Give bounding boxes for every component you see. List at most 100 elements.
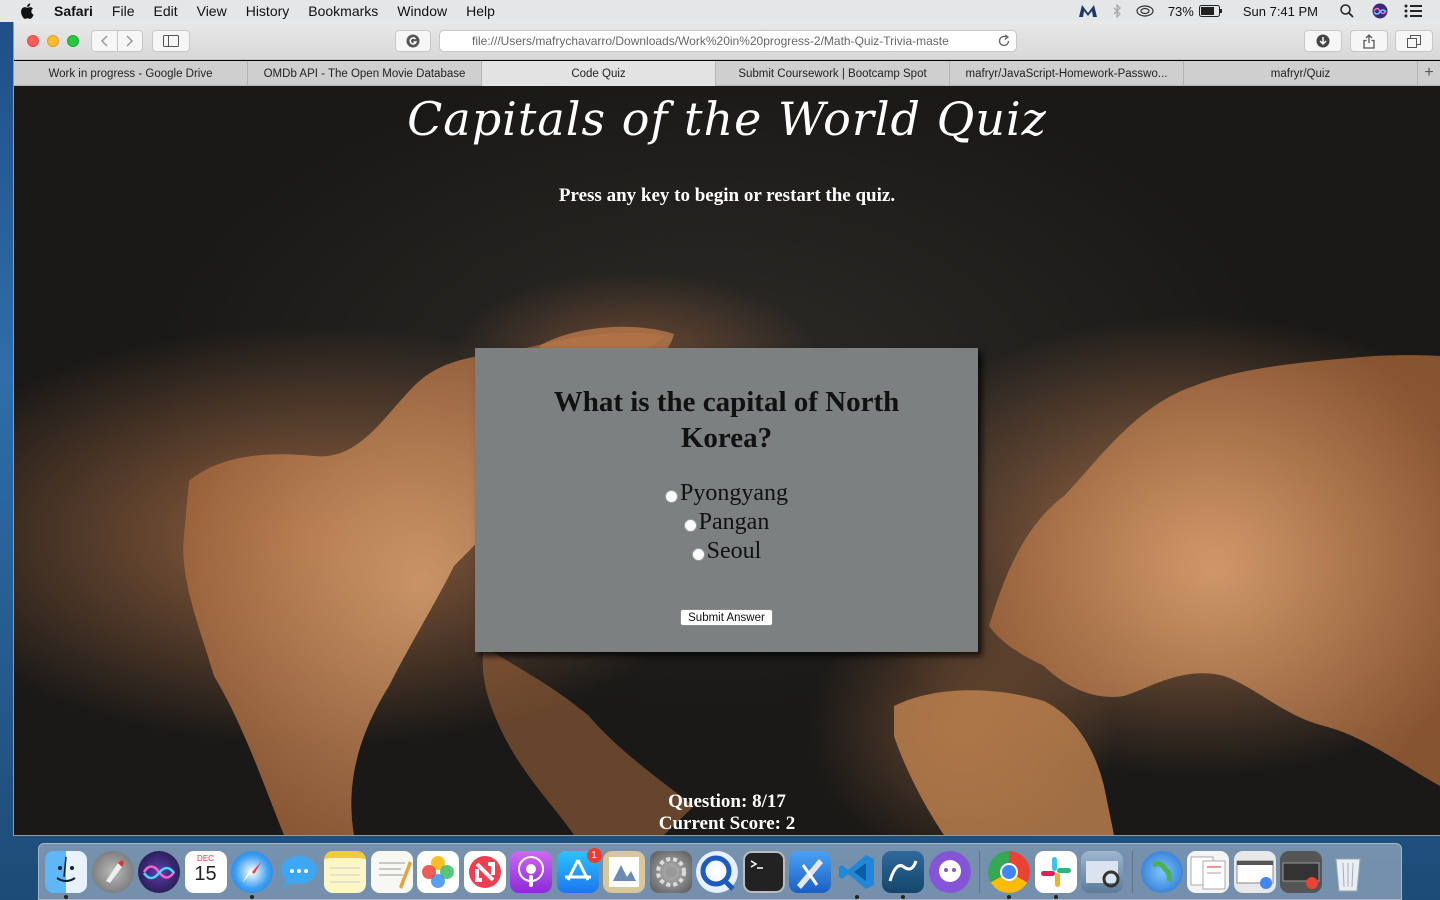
answer-label[interactable]: Pyongyang	[680, 480, 788, 507]
textedit-icon[interactable]	[370, 850, 413, 893]
calendar-icon[interactable]: DEC 15	[184, 850, 227, 893]
minimize-window-button[interactable]	[47, 35, 59, 47]
launchpad-icon[interactable]	[91, 850, 134, 893]
news-icon[interactable]	[463, 850, 506, 893]
mysql-workbench-icon[interactable]	[882, 850, 924, 899]
menubar-clock[interactable]: Sun 7:41 PM	[1243, 4, 1318, 19]
navigation-buttons	[91, 30, 143, 52]
answer-radio[interactable]	[683, 519, 697, 532]
answer-label[interactable]: Seoul	[707, 538, 762, 565]
notification-badge: 1	[586, 847, 602, 863]
image-capture-icon[interactable]	[1081, 850, 1123, 893]
question-progress: Question: 8/17	[668, 791, 786, 812]
slack-icon[interactable]	[1034, 850, 1077, 899]
tabs-icon	[1407, 34, 1421, 48]
spotlight-search-icon[interactable]	[1340, 4, 1354, 18]
trash-icon[interactable]	[1327, 851, 1369, 893]
tab-bar: Work in progress - Google Drive OMDb API…	[14, 61, 1440, 86]
download-icon	[1316, 34, 1330, 48]
question-text: What is the capital of North Korea?	[553, 386, 900, 454]
quiz-page: Capitals of the World Quiz Press any key…	[14, 86, 1440, 835]
menu-app-name[interactable]: Safari	[54, 3, 93, 19]
preview-icon[interactable]	[603, 850, 645, 893]
running-indicator	[1053, 894, 1058, 899]
notes-icon[interactable]	[324, 850, 366, 893]
dock-separator	[979, 850, 980, 893]
share-icon	[1363, 33, 1375, 49]
menu-bookmarks[interactable]: Bookmarks	[308, 3, 378, 19]
running-indicator	[854, 894, 859, 899]
new-tab-button[interactable]: +	[1418, 61, 1440, 85]
chrome-icon[interactable]	[988, 850, 1030, 899]
tab-bootcamp-spot[interactable]: Submit Coursework | Bootcamp Spot	[716, 61, 950, 86]
forward-button[interactable]	[116, 31, 142, 51]
answer-option[interactable]: Pyongyang	[475, 479, 978, 508]
tab-github-password[interactable]: mafryr/JavaScript-Homework-Passwo...	[950, 61, 1184, 86]
menu-help[interactable]: Help	[466, 3, 495, 19]
podcasts-icon[interactable]	[510, 850, 552, 893]
answer-option[interactable]: Seoul	[475, 537, 978, 566]
running-indicator	[901, 894, 905, 899]
safari-icon[interactable]	[231, 850, 273, 899]
tab-code-quiz[interactable]: Code Quiz	[482, 61, 716, 86]
notification-center-icon[interactable]	[1404, 4, 1422, 18]
fullscreen-window-button[interactable]	[67, 35, 79, 47]
calendar-day: 15	[194, 862, 217, 885]
quiz-stats: Question: 8/17 Current Score: 2	[14, 791, 1440, 835]
running-indicator	[250, 894, 254, 899]
tab-google-drive[interactable]: Work in progress - Google Drive	[14, 61, 248, 86]
tab-overview-button[interactable]	[1395, 30, 1433, 52]
answer-option[interactable]: Pangan	[475, 508, 978, 537]
menu-view[interactable]: View	[197, 3, 227, 19]
screenshot-stack-icon[interactable]	[1233, 850, 1276, 893]
share-button[interactable]	[1350, 30, 1388, 52]
terminal-icon[interactable]	[742, 850, 785, 893]
photos-icon[interactable]	[417, 850, 459, 893]
system-preferences-icon[interactable]	[649, 850, 692, 893]
finder-icon[interactable]	[45, 850, 87, 899]
dock: DEC 15 1	[38, 843, 1402, 900]
grammarly-extension-button[interactable]	[395, 30, 431, 52]
xcode-icon[interactable]	[789, 850, 831, 893]
wifi-icon[interactable]	[1136, 4, 1154, 18]
tab-omdb-api[interactable]: OMDb API - The Open Movie Database	[248, 61, 482, 86]
downloads-folder-icon[interactable]	[1140, 850, 1183, 893]
browser-toolbar: file:///Users/mafrychavarro/Downloads/Wo…	[14, 22, 1440, 60]
window-stack-icon[interactable]	[1280, 850, 1322, 893]
submit-answer-button[interactable]: Submit Answer	[680, 609, 773, 626]
app-store-icon[interactable]: 1	[556, 847, 602, 893]
url-text: file:///Users/mafrychavarro/Downloads/Wo…	[472, 34, 949, 48]
answer-radio[interactable]	[691, 548, 705, 561]
siri-icon[interactable]	[138, 850, 180, 893]
answer-label[interactable]: Pangan	[699, 509, 770, 536]
document-stack-icon[interactable]	[1187, 850, 1229, 893]
battery-icon[interactable]	[1198, 5, 1223, 17]
instructions-text: Press any key to begin or restart the qu…	[558, 185, 896, 206]
answer-radio[interactable]	[665, 490, 678, 503]
quicktime-icon[interactable]	[696, 850, 738, 893]
menu-bar: Safari File Edit View History Bookmarks …	[0, 0, 1440, 22]
menu-history[interactable]: History	[246, 3, 290, 19]
answer-options: Pyongyang Pangan Seoul	[475, 479, 978, 566]
downloads-button[interactable]	[1304, 30, 1342, 52]
siri-icon[interactable]	[1372, 3, 1388, 19]
bluetooth-icon[interactable]	[1112, 4, 1122, 18]
menu-file[interactable]: File	[112, 3, 135, 19]
apple-icon[interactable]	[20, 3, 34, 19]
vscode-icon[interactable]	[836, 851, 878, 899]
tab-github-quiz[interactable]: mafryr/Quiz	[1184, 61, 1418, 86]
sidebar-toggle-button[interactable]	[152, 30, 190, 52]
address-bar[interactable]: file:///Users/mafrychavarro/Downloads/Wo…	[439, 30, 1017, 52]
calendar-month: DEC	[197, 853, 214, 863]
messages-icon[interactable]	[278, 851, 320, 893]
battery-percent: 73%	[1167, 3, 1194, 19]
reload-icon[interactable]	[997, 34, 1011, 48]
close-window-button[interactable]	[27, 35, 39, 47]
menu-window[interactable]: Window	[397, 3, 447, 19]
grammarly-icon	[406, 34, 420, 48]
back-button[interactable]	[92, 31, 117, 51]
malwarebytes-icon[interactable]	[1078, 4, 1098, 18]
github-desktop-icon[interactable]	[928, 850, 971, 893]
chevron-right-icon	[126, 35, 134, 47]
menu-edit[interactable]: Edit	[153, 3, 177, 19]
